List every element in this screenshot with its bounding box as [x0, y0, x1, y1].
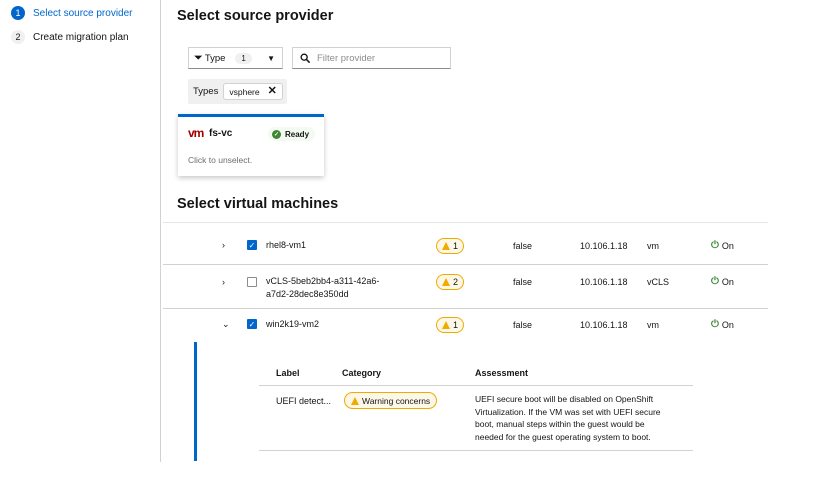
vmware-logo: vm [188, 126, 204, 140]
step-label: Create migration plan [33, 31, 129, 43]
power-icon: ⏻ [711, 240, 719, 251]
table-row: › ✓ rhel8-vm1 1 false 10.106.1.18 vm ⏻ O… [163, 229, 768, 265]
caret-down-icon: ▼ [267, 53, 275, 63]
filter-provider-input[interactable] [317, 52, 442, 64]
concerns-count: 1 [453, 320, 459, 330]
check-circle-icon: ✓ [272, 129, 281, 139]
concerns-table-header: Label Category Assessment [259, 360, 693, 386]
type-filter-label: Type [204, 52, 226, 64]
status-text: Ready [285, 129, 310, 139]
folder-value: vm [647, 320, 659, 330]
status-badge: ✓ Ready [268, 127, 316, 141]
template-value: false [513, 277, 533, 287]
chevron-right-icon[interactable]: › [222, 277, 225, 287]
filter-chip: vsphere ✕ [223, 83, 283, 100]
power-text: On [721, 240, 734, 251]
host-value: 10.106.1.18 [580, 320, 628, 330]
host-value: 10.106.1.18 [580, 241, 628, 251]
power-icon: ⏻ [711, 276, 719, 287]
page-title: Select source provider [177, 8, 334, 24]
folder-value: vCLS [647, 277, 670, 287]
wizard-nav: 1 Select source provider 2 Create migrat… [0, 0, 161, 462]
type-filter-count: 1 [235, 52, 252, 64]
warning-icon [442, 242, 450, 250]
concerns-count: 1 [453, 241, 459, 251]
card-hint: Click to unselect. [188, 155, 253, 165]
folder-value: vm [647, 241, 659, 251]
category-badge: Warning concerns [344, 392, 438, 409]
filter-chip-group: Types vsphere ✕ [188, 79, 287, 104]
warning-icon [442, 278, 450, 286]
filter-icon: ⏷ [194, 51, 203, 64]
row-checkbox[interactable]: ✓ [247, 319, 257, 329]
table-row: ⌄ ✓ win2k19-vm2 1 false 10.106.1.18 vm ⏻… [163, 309, 768, 342]
column-header-assessment: Assessment [475, 368, 529, 378]
chevron-right-icon[interactable]: › [222, 240, 225, 250]
warning-icon [442, 321, 450, 329]
concerns-badge: 1 [436, 238, 465, 254]
column-header-category: Category [342, 368, 382, 378]
search-icon [300, 53, 310, 63]
step-number: 1 [11, 6, 25, 20]
row-checkbox[interactable] [247, 277, 257, 287]
power-status: ⏻ On [711, 319, 734, 330]
concerns-count: 2 [453, 277, 459, 287]
provider-search [292, 47, 451, 69]
table-row: › vCLS-5beb2bb4-a311-42a6-a7d2-28dec8e35… [163, 265, 768, 309]
step-number: 2 [11, 30, 25, 44]
concern-row: UEFI detect... Warning concerns UEFI sec… [259, 386, 693, 451]
type-filter-dropdown[interactable]: ⏷ Type 1 ▼ [188, 47, 283, 69]
concerns-table: Label Category Assessment UEFI detect...… [259, 360, 693, 451]
expanded-row-content: Label Category Assessment UEFI detect...… [194, 342, 768, 461]
concern-label: UEFI detect... [276, 396, 332, 406]
close-icon[interactable]: ✕ [268, 86, 277, 97]
power-text: On [721, 319, 734, 330]
concerns-badge: 1 [436, 317, 465, 333]
power-icon: ⏻ [711, 319, 719, 330]
wizard-step-select-source-provider[interactable]: 1 Select source provider [11, 6, 133, 20]
chip-group-category: Types [193, 86, 219, 97]
divider [163, 222, 768, 223]
template-value: false [513, 241, 533, 251]
provider-card[interactable]: vm fs-vc ✓ Ready Click to unselect. [178, 114, 324, 176]
vm-name: win2k19-vm2 [266, 319, 320, 329]
host-value: 10.106.1.18 [580, 277, 628, 287]
vm-name: vCLS-5beb2bb4-a311-42a6-a7d2-28dec8e350d… [266, 276, 380, 299]
concerns-badge: 2 [436, 274, 465, 290]
filter-chip-label: vsphere [229, 86, 260, 97]
section-title: Select virtual machines [177, 196, 339, 212]
provider-name: fs-vc [209, 128, 233, 139]
assessment-text: UEFI secure boot will be disabled on Ope… [475, 394, 661, 442]
wizard-step-create-migration-plan[interactable]: 2 Create migration plan [11, 30, 129, 44]
vm-name: rhel8-vm1 [266, 240, 307, 250]
power-status: ⏻ On [711, 276, 734, 287]
chevron-down-icon[interactable]: ⌄ [222, 319, 230, 330]
step-label: Select source provider [33, 7, 133, 19]
category-text: Warning concerns [362, 395, 431, 406]
row-checkbox[interactable]: ✓ [247, 240, 257, 250]
column-header-label: Label [276, 368, 300, 378]
power-text: On [721, 276, 734, 287]
power-status: ⏻ On [711, 240, 734, 251]
warning-icon [351, 396, 359, 405]
template-value: false [513, 320, 533, 330]
